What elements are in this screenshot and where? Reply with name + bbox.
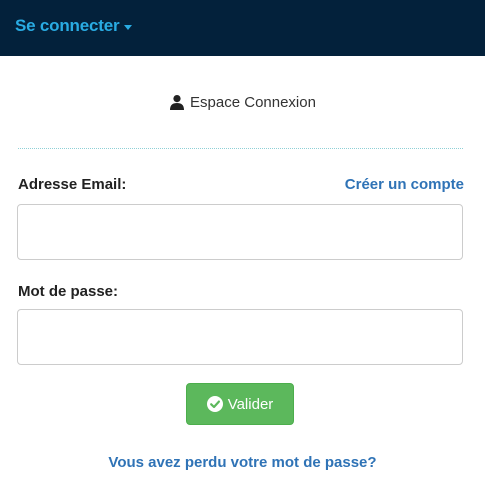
se-connecter-dropdown[interactable]: Se connecter [15, 16, 133, 36]
forgot-password-link[interactable]: Vous avez perdu votre mot de passe? [0, 454, 485, 471]
check-circle-icon [206, 396, 223, 412]
valider-button[interactable]: Valider [186, 383, 294, 425]
user-icon [170, 95, 185, 110]
password-label: Mot de passe: [18, 283, 119, 300]
panel-heading: Espace Connexion [0, 91, 485, 113]
panel-heading-text: Espace Connexion [190, 93, 316, 111]
email-label: Adresse Email: [18, 176, 127, 193]
create-account-link[interactable]: Créer un compte [345, 176, 464, 193]
valider-label: Valider [227, 395, 274, 413]
divider [18, 148, 463, 149]
caret-down-icon [124, 24, 133, 30]
email-field[interactable] [17, 204, 463, 260]
top-navbar: Se connecter [0, 0, 485, 56]
dropdown-label: Se connecter [15, 16, 120, 35]
password-field[interactable] [17, 309, 463, 365]
